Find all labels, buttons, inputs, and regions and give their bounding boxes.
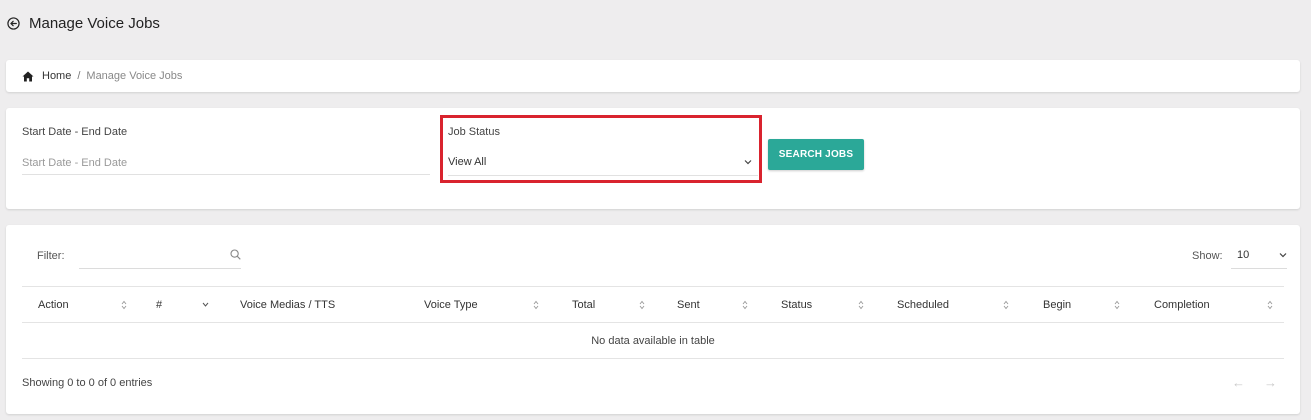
column-header-number[interactable]: #: [156, 287, 162, 323]
column-label: Completion: [1154, 299, 1210, 311]
sort-icon[interactable]: [1114, 300, 1120, 310]
page-title: Manage Voice Jobs: [29, 14, 160, 32]
show-entries-value: 10: [1237, 249, 1250, 261]
page-header: Manage Voice Jobs: [7, 13, 160, 33]
home-icon[interactable]: [22, 71, 34, 82]
back-arrow-icon[interactable]: [7, 16, 20, 30]
sort-icon[interactable]: [533, 300, 539, 310]
chevron-down-icon: [744, 159, 752, 164]
filter-label: Filter:: [37, 250, 65, 262]
column-label: Voice Type: [424, 299, 478, 311]
sort-icon[interactable]: [121, 300, 127, 310]
table-info: Showing 0 to 0 of 0 entries: [22, 377, 153, 389]
column-header-voice-type[interactable]: Voice Type: [424, 287, 478, 323]
table-header: Action # Voice Medias / TTS Voice Type T…: [22, 286, 1284, 323]
sort-icon[interactable]: [858, 300, 864, 310]
jobs-table-panel: Filter: Show: 10 Action # Voice Medias /…: [6, 225, 1300, 414]
filter-input[interactable]: [79, 242, 241, 269]
job-status-label: Job Status: [448, 126, 500, 138]
column-header-total[interactable]: Total: [572, 287, 595, 323]
column-label: Scheduled: [897, 299, 949, 311]
empty-table-message: No data available in table: [591, 334, 715, 347]
previous-page-arrow-icon[interactable]: ←: [1232, 375, 1245, 390]
breadcrumb-current: Manage Voice Jobs: [86, 70, 183, 82]
column-header-completion[interactable]: Completion: [1154, 287, 1210, 323]
job-search-panel: Start Date - End Date Job Status View Al…: [6, 108, 1300, 209]
breadcrumb-home-link[interactable]: Home: [42, 70, 71, 82]
sort-icon[interactable]: [639, 300, 645, 310]
sort-icon[interactable]: [1003, 300, 1009, 310]
date-range-label: Start Date - End Date: [22, 126, 128, 138]
column-label: Sent: [677, 299, 700, 311]
sort-icon[interactable]: [1267, 300, 1273, 310]
column-label: Begin: [1043, 299, 1072, 311]
column-header-action[interactable]: Action: [38, 287, 69, 323]
breadcrumb: Home / Manage Voice Jobs: [6, 60, 1300, 92]
column-label: Total: [572, 299, 596, 311]
column-label: Voice Medias / TTS: [240, 299, 336, 311]
sort-descending-icon[interactable]: [202, 302, 209, 307]
show-entries-label: Show:: [1192, 250, 1223, 262]
column-header-scheduled[interactable]: Scheduled: [897, 287, 949, 323]
breadcrumb-separator: /: [77, 70, 81, 82]
search-jobs-button[interactable]: SEARCH JOBS: [768, 139, 864, 170]
search-icon: [230, 249, 241, 260]
job-status-value: View All: [448, 155, 487, 168]
column-label: Action: [38, 299, 69, 311]
show-entries-select[interactable]: 10: [1231, 242, 1287, 269]
next-page-arrow-icon[interactable]: →: [1264, 375, 1277, 390]
table-empty-row: No data available in table: [22, 323, 1284, 359]
column-header-voice-medias[interactable]: Voice Medias / TTS: [240, 287, 335, 323]
sort-icon[interactable]: [742, 300, 748, 310]
column-label: #: [156, 299, 163, 311]
job-status-select[interactable]: View All: [448, 148, 758, 176]
date-range-input[interactable]: [22, 151, 430, 175]
column-header-status[interactable]: Status: [781, 287, 812, 323]
column-header-begin[interactable]: Begin: [1043, 287, 1071, 323]
column-header-sent[interactable]: Sent: [677, 287, 700, 323]
column-label: Status: [781, 299, 813, 311]
chevron-down-icon: [1279, 253, 1287, 258]
